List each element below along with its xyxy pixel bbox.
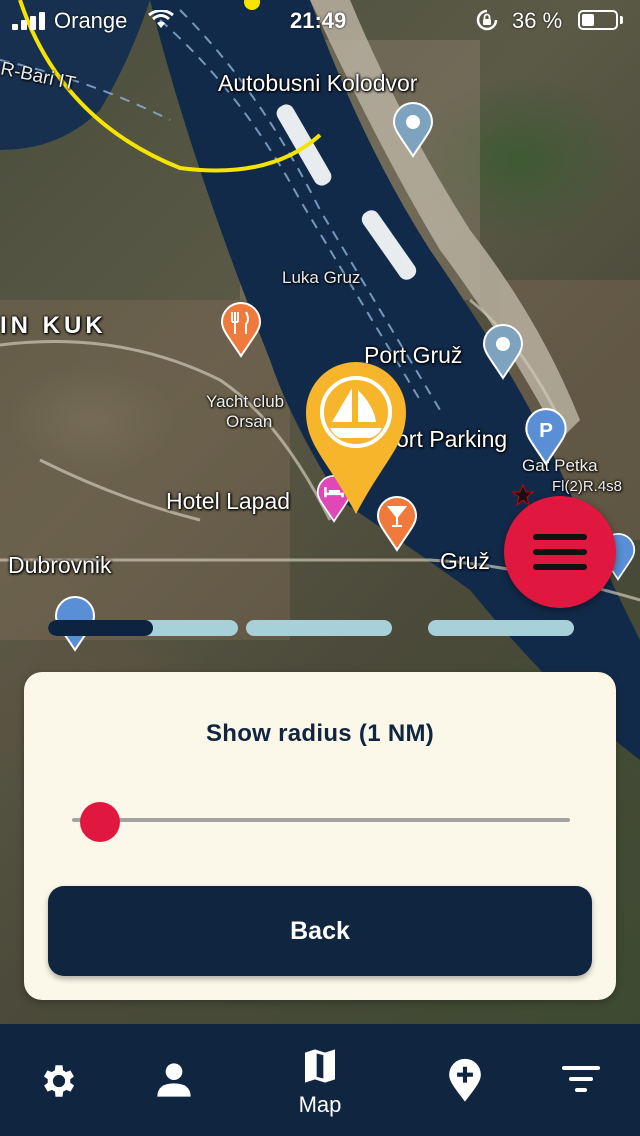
nav-profile[interactable]	[110, 1024, 238, 1136]
progress-bar-3	[428, 620, 574, 636]
bottom-navigation: Map	[0, 1024, 640, 1136]
gear-icon	[43, 1065, 75, 1097]
map-icon	[305, 1049, 335, 1083]
carrier-name: Orange	[54, 8, 128, 33]
person-icon	[157, 1063, 191, 1097]
port-parking-label[interactable]: ort Parking	[396, 426, 507, 453]
status-bar: Orange 21:49 36 %	[0, 0, 640, 40]
nav-filter[interactable]	[518, 1024, 640, 1136]
yacht-club-label: Yacht club	[206, 392, 285, 411]
nav-settings[interactable]	[0, 1024, 128, 1136]
panel-title: Show radius (1 NM)	[205, 720, 435, 747]
orsan-label: Orsan	[226, 412, 273, 431]
luka-gruz-label: Luka Gruz	[282, 268, 361, 287]
svg-text:P: P	[539, 419, 553, 442]
battery-icon	[578, 10, 618, 30]
menu-button[interactable]	[504, 496, 616, 608]
parking-pin-icon[interactable]: P	[524, 408, 568, 466]
restaurant-pin-icon[interactable]	[220, 302, 262, 358]
nav-map-label: Map	[298, 1092, 342, 1117]
back-button[interactable]: Back	[48, 886, 592, 976]
bus-station-label[interactable]: Autobusni Kolodvor	[218, 70, 417, 97]
info-pin-icon[interactable]	[482, 324, 524, 380]
battery-percentage: 36 %	[512, 8, 563, 33]
hotel-lapad-label[interactable]: Hotel Lapad	[166, 488, 290, 515]
light-characteristic-label: Fl(2)R.4s8	[552, 478, 623, 495]
filter-icon	[562, 1066, 600, 1092]
dubrovnik-label: Dubrovnik	[8, 552, 112, 578]
radius-slider-track[interactable]	[72, 818, 570, 822]
radius-slider-thumb[interactable]	[80, 802, 120, 842]
progress-bar-2	[246, 620, 392, 636]
signal-icon	[12, 12, 45, 30]
nav-map[interactable]: Map	[256, 1024, 384, 1136]
add-location-icon	[449, 1058, 481, 1102]
district-label: IN KUK	[0, 312, 107, 339]
marina-pin-icon[interactable]	[304, 360, 408, 516]
radius-panel: Show radius (1 NM) Back	[24, 672, 616, 1000]
clock: 21:49	[290, 8, 347, 33]
gruz-label: Gruž	[440, 548, 490, 574]
wifi-icon	[148, 10, 174, 28]
nav-add-location[interactable]	[402, 1024, 530, 1136]
info-pin-icon[interactable]	[392, 102, 434, 158]
rotation-lock-icon	[476, 9, 498, 31]
progress-bar-1	[48, 620, 238, 636]
